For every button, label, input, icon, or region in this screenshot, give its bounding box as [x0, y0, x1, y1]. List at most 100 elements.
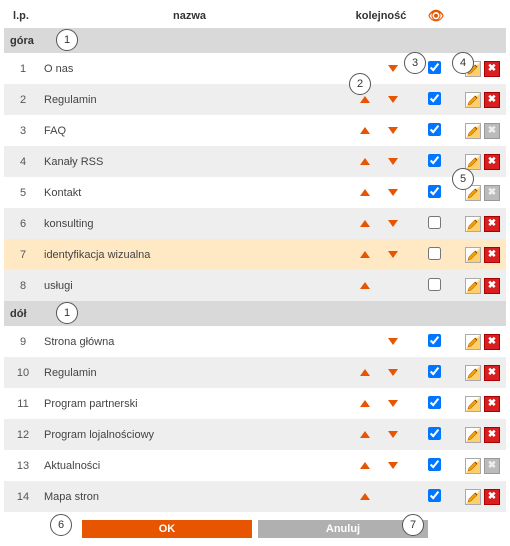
move-down-icon[interactable]	[388, 338, 398, 345]
edit-button[interactable]	[465, 458, 481, 474]
ok-button[interactable]: OK	[82, 520, 252, 538]
row-name: konsulting	[40, 218, 339, 230]
row-visibility	[419, 92, 449, 108]
row-name: Program partnerski	[40, 398, 339, 410]
edit-button[interactable]	[465, 92, 481, 108]
edit-button[interactable]	[465, 365, 481, 381]
visibility-checkbox[interactable]	[428, 334, 441, 347]
edit-button[interactable]	[465, 427, 481, 443]
move-down-icon[interactable]	[388, 462, 398, 469]
row-order	[339, 96, 419, 103]
move-up-icon[interactable]	[360, 493, 370, 500]
move-up-icon[interactable]	[360, 462, 370, 469]
delete-button[interactable]: ✖	[484, 489, 500, 505]
section-title: góra	[10, 35, 34, 47]
row-actions: ✖	[449, 92, 504, 108]
move-up-icon[interactable]	[360, 96, 370, 103]
row-visibility	[419, 247, 449, 263]
edit-button[interactable]	[465, 489, 481, 505]
move-down-icon[interactable]	[388, 369, 398, 376]
delete-button[interactable]: ✖	[484, 365, 500, 381]
edit-button[interactable]	[465, 216, 481, 232]
edit-button[interactable]	[465, 334, 481, 350]
row-name: Program lojalnościowy	[40, 429, 339, 441]
move-down-icon[interactable]	[388, 189, 398, 196]
callout-section: 1	[56, 302, 78, 324]
move-up-icon[interactable]	[360, 220, 370, 227]
table-row: 12 Program lojalnościowy ✖	[4, 419, 506, 450]
visibility-checkbox[interactable]	[428, 216, 441, 229]
visibility-checkbox[interactable]	[428, 489, 441, 502]
move-down-icon[interactable]	[388, 158, 398, 165]
row-order	[339, 338, 419, 345]
row-order	[339, 158, 419, 165]
move-down-icon[interactable]	[388, 65, 398, 72]
row-order	[339, 493, 419, 500]
delete-button[interactable]: ✖	[484, 92, 500, 108]
visibility-checkbox[interactable]	[428, 123, 441, 136]
edit-button[interactable]	[465, 123, 481, 139]
row-visibility	[419, 154, 449, 170]
delete-button[interactable]: ✖	[484, 61, 500, 77]
row-order	[339, 282, 419, 289]
section-header: góra 1	[4, 28, 506, 53]
move-up-icon[interactable]	[360, 400, 370, 407]
edit-button[interactable]	[465, 247, 481, 263]
table-row: 10 Regulamin ✖	[4, 357, 506, 388]
move-up-icon[interactable]	[360, 282, 370, 289]
arrow-placeholder	[388, 282, 398, 289]
row-actions: ✖	[449, 365, 504, 381]
move-down-icon[interactable]	[388, 400, 398, 407]
move-up-icon[interactable]	[360, 189, 370, 196]
move-down-icon[interactable]	[388, 96, 398, 103]
edit-button[interactable]	[465, 278, 481, 294]
edit-button[interactable]	[465, 154, 481, 170]
callout-3: 3	[404, 52, 426, 74]
row-lp: 13	[6, 460, 40, 472]
visibility-checkbox[interactable]	[428, 396, 441, 409]
delete-button[interactable]: ✖	[484, 334, 500, 350]
edit-button[interactable]	[465, 396, 481, 412]
visibility-checkbox[interactable]	[428, 458, 441, 471]
footer: 6 OK Anuluj 7	[4, 512, 506, 542]
eye-icon: 👁	[428, 8, 445, 23]
row-order	[339, 251, 419, 258]
move-up-icon[interactable]	[360, 251, 370, 258]
row-name: Regulamin	[40, 367, 339, 379]
visibility-checkbox[interactable]	[428, 278, 441, 291]
visibility-checkbox[interactable]	[428, 185, 441, 198]
move-down-icon[interactable]	[388, 251, 398, 258]
row-visibility	[419, 278, 449, 294]
move-up-icon[interactable]	[360, 158, 370, 165]
section-title: dół	[10, 308, 27, 320]
move-down-icon[interactable]	[388, 127, 398, 134]
visibility-checkbox[interactable]	[428, 92, 441, 105]
visibility-checkbox[interactable]	[428, 247, 441, 260]
delete-button[interactable]: ✖	[484, 278, 500, 294]
delete-button[interactable]: ✖	[484, 247, 500, 263]
row-visibility	[419, 216, 449, 232]
delete-button[interactable]: ✖	[484, 396, 500, 412]
row-visibility	[419, 185, 449, 201]
move-up-icon[interactable]	[360, 431, 370, 438]
delete-button: ✖	[484, 185, 500, 201]
visibility-checkbox[interactable]	[428, 427, 441, 440]
visibility-checkbox[interactable]	[428, 365, 441, 378]
move-down-icon[interactable]	[388, 220, 398, 227]
move-up-icon[interactable]	[360, 127, 370, 134]
visibility-checkbox[interactable]	[428, 154, 441, 167]
row-lp: 7	[6, 249, 40, 261]
move-down-icon[interactable]	[388, 431, 398, 438]
move-up-icon[interactable]	[360, 369, 370, 376]
table-header: l.p. nazwa kolejność 👁	[4, 4, 506, 28]
row-order	[339, 462, 419, 469]
delete-button[interactable]: ✖	[484, 216, 500, 232]
row-lp: 4	[6, 156, 40, 168]
delete-button[interactable]: ✖	[484, 154, 500, 170]
callout-2: 2	[349, 73, 371, 95]
delete-button[interactable]: ✖	[484, 427, 500, 443]
table-row: 2 Regulamin ✖	[4, 84, 506, 115]
visibility-checkbox[interactable]	[428, 61, 441, 74]
row-lp: 3	[6, 125, 40, 137]
row-order	[339, 400, 419, 407]
